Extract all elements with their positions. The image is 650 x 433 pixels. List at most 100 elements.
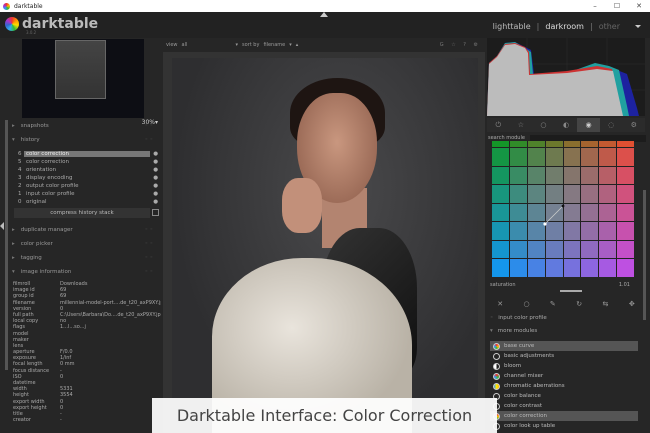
more-modules-list: base curve basic adjustments bloom channel …: [490, 341, 638, 431]
module-tool-icon[interactable]: ✥: [619, 298, 645, 310]
navigation-viewport[interactable]: [55, 40, 106, 99]
version-text: 3.0.2: [26, 30, 37, 35]
window-title: darktable: [14, 2, 43, 10]
module-icon: [493, 342, 500, 350]
info-value: -: [60, 417, 62, 424]
section-label: snapshots: [20, 123, 49, 129]
section-label: duplicate manager: [20, 227, 73, 233]
history-item[interactable]: 0 original ●: [18, 198, 158, 206]
collapse-top-panel-icon[interactable]: [320, 12, 328, 17]
window-titlebar: darktable – ☐ ✕: [0, 0, 650, 12]
module-item[interactable]: color balance: [490, 391, 638, 401]
module-item[interactable]: channel mixer: [490, 371, 638, 381]
module-item[interactable]: bloom: [490, 361, 638, 371]
section-color-picker[interactable]: ▸ color picker ◦ ◦: [12, 238, 157, 250]
module-icon: [493, 362, 500, 370]
history-item-label: output color profile: [26, 183, 79, 189]
module-item[interactable]: color contrast: [490, 401, 638, 411]
app-icon: [3, 2, 10, 10]
navigation-thumbnail[interactable]: 30%▾: [22, 39, 158, 126]
right-scrollbar[interactable]: [643, 190, 646, 320]
section-more-modules[interactable]: ▾ more modules: [490, 326, 640, 336]
module-icon: [493, 372, 500, 380]
history-item-status-icon: ●: [153, 199, 158, 205]
history-item[interactable]: 5 color correction ●: [18, 158, 158, 166]
module-label: base curve: [504, 343, 535, 349]
histogram[interactable]: [487, 38, 645, 116]
module-group-tab[interactable]: ⏻: [487, 118, 510, 132]
section-snapshots[interactable]: ▸ snapshots ◦ ◦: [12, 120, 157, 132]
module-input-color-profile[interactable]: ◦ input color profile: [490, 313, 640, 323]
saturation-slider[interactable]: [560, 290, 582, 292]
close-button[interactable]: ✕: [628, 0, 650, 12]
chevron-down-icon[interactable]: ▾: [236, 42, 239, 48]
module-label: chromatic aberrations: [504, 383, 565, 389]
saturation-value: 1.01: [618, 282, 630, 288]
view-lighttable[interactable]: lighttable: [493, 22, 531, 31]
shadows-handle[interactable]: [543, 222, 547, 226]
module-tool-icon[interactable]: ✕: [487, 298, 513, 310]
sort-label: sort by: [242, 42, 260, 48]
logo: darktable 3.0.2: [5, 16, 98, 35]
sort-order-icon[interactable]: ▴: [296, 42, 299, 48]
chevron-down-icon[interactable]: ▾: [289, 42, 292, 48]
module-label: basic adjustments: [504, 353, 555, 359]
highlights-handle[interactable]: [561, 204, 565, 208]
saturation-label: saturation: [490, 282, 516, 288]
module-item[interactable]: base curve: [490, 341, 638, 351]
history-item-label: color correction: [26, 159, 69, 165]
section-label: image information: [20, 269, 72, 275]
section-image-information[interactable]: ▾ image information ◦ ◦: [12, 266, 157, 278]
history-item[interactable]: 3 display encoding ●: [18, 174, 158, 182]
info-value: millennial-model-port....de_t20_axP9XY.j…: [60, 299, 161, 306]
left-scrollbar[interactable]: [5, 120, 8, 370]
section-duplicate-manager[interactable]: ▸ duplicate manager ◦ ◦: [12, 224, 157, 236]
info-value: 1...l...so...j: [60, 324, 86, 331]
compress-history-button[interactable]: compress history stack: [14, 208, 150, 218]
history-item[interactable]: 6 color correction ●: [18, 150, 158, 158]
history-item[interactable]: 4 orientation ●: [18, 166, 158, 174]
module-group-tab[interactable]: ○: [532, 118, 555, 132]
view-darkroom[interactable]: darkroom: [545, 22, 584, 31]
module-group-tab[interactable]: ◐: [555, 118, 578, 132]
module-label: color balance: [504, 393, 541, 399]
module-tool-icon[interactable]: ✎: [540, 298, 566, 310]
module-label: color correction: [504, 413, 547, 419]
color-correction-handles[interactable]: [492, 141, 634, 277]
module-tool-icon[interactable]: ○: [513, 298, 539, 310]
minimize-button[interactable]: –: [584, 0, 606, 12]
view-other[interactable]: other: [599, 22, 620, 31]
image-canvas[interactable]: [172, 58, 478, 433]
views-dropdown-icon[interactable]: [635, 25, 641, 28]
info-value: C:\Users\Barbara\Do....de_t20_axP9XY.jpg: [60, 311, 161, 318]
collapse-left-panel-icon[interactable]: [0, 222, 4, 230]
module-tool-icon[interactable]: ⇆: [592, 298, 618, 310]
filterbar-icons[interactable]: G ☆ ? ⚙: [440, 42, 481, 48]
maximize-button[interactable]: ☐: [606, 0, 628, 12]
module-tool-icon[interactable]: ↻: [566, 298, 592, 310]
module-group-tab[interactable]: ◌: [600, 118, 623, 132]
section-label: color picker: [20, 241, 53, 247]
module-item[interactable]: basic adjustments: [490, 351, 638, 361]
module-item[interactable]: chromatic aberrations: [490, 381, 638, 391]
history-item[interactable]: 1 input color profile ●: [18, 190, 158, 198]
sort-select[interactable]: filename: [263, 42, 285, 48]
view-filter-select[interactable]: all: [182, 42, 232, 48]
history-item-status-icon: ●: [153, 159, 158, 165]
history-item[interactable]: 2 output color profile ●: [18, 182, 158, 190]
module-group-tab[interactable]: ◉: [577, 118, 600, 132]
history-create-style-icon[interactable]: [152, 209, 159, 216]
section-history[interactable]: ▾ history ◦ ◦: [12, 134, 157, 146]
module-group-tab[interactable]: ☆: [510, 118, 533, 132]
module-label: bloom: [504, 363, 522, 369]
history-item-status-icon: ●: [153, 151, 158, 157]
module-group-tabs: ⏻ ☆ ○ ◐ ◉ ◌ ⚙: [487, 118, 645, 132]
history-item-label: color correction: [24, 151, 150, 157]
module-item[interactable]: color correction: [490, 411, 638, 421]
module-group-tab[interactable]: ⚙: [622, 118, 645, 132]
module-item[interactable]: color look up table: [490, 421, 638, 431]
section-tagging[interactable]: ▸ tagging ◦ ◦: [12, 252, 157, 264]
history-item-status-icon: ●: [153, 183, 158, 189]
module-label: color contrast: [504, 403, 542, 409]
module-label: input color profile: [498, 315, 547, 321]
